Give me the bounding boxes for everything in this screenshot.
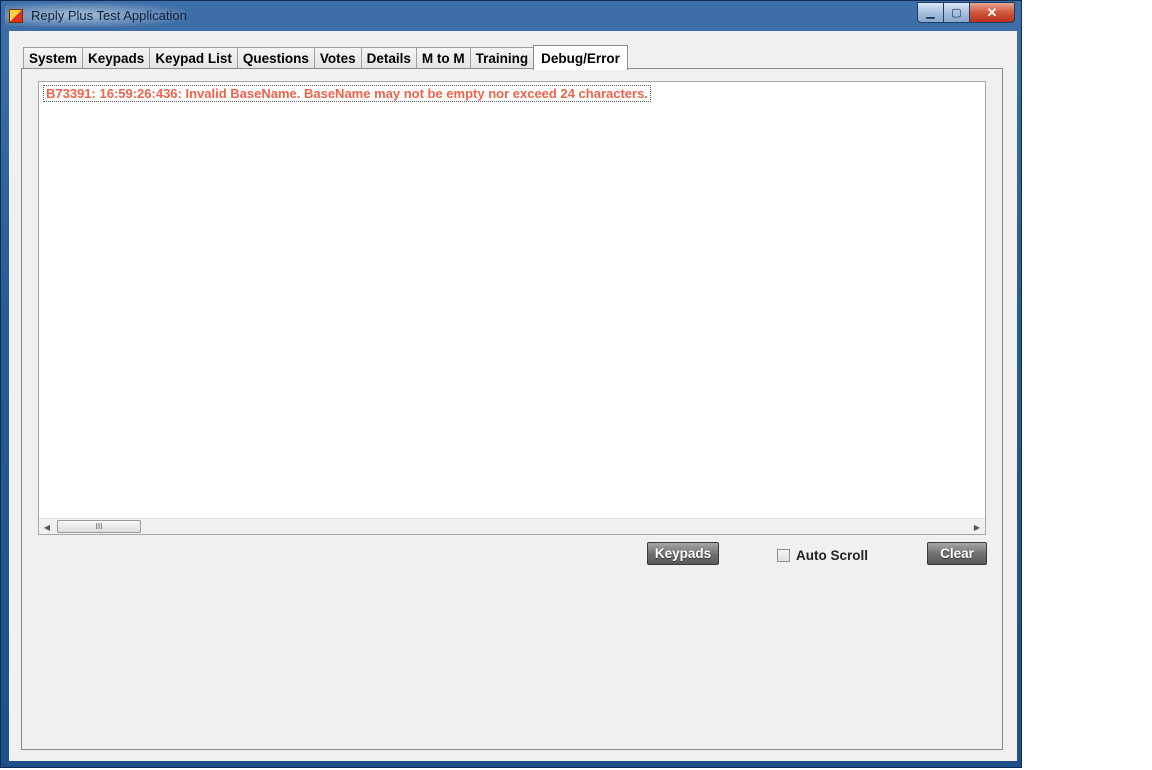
- tab-m-to-m[interactable]: M to M: [415, 47, 471, 69]
- scroll-right-icon[interactable]: ▶: [969, 520, 985, 534]
- clear-button[interactable]: Clear: [927, 542, 987, 565]
- tab-system[interactable]: System: [23, 47, 84, 69]
- tab-training[interactable]: Training: [469, 47, 535, 69]
- auto-scroll-checkbox[interactable]: [777, 549, 790, 562]
- maximize-icon: ▢: [951, 7, 962, 19]
- horizontal-scrollbar[interactable]: ◀ III ▶: [39, 518, 985, 534]
- client-area: System Keypads Keypad List Questions Vot…: [9, 31, 1017, 761]
- keypads-button[interactable]: Keypads: [647, 542, 719, 565]
- title-bar[interactable]: Reply Plus Test Application ▁ ▢ ✕: [1, 1, 1021, 31]
- tab-debug-error[interactable]: Debug/Error: [533, 45, 628, 70]
- auto-scroll-option[interactable]: Auto Scroll: [777, 548, 868, 563]
- tab-strip: System Keypads Keypad List Questions Vot…: [23, 43, 628, 70]
- tab-keypads[interactable]: Keypads: [82, 47, 151, 69]
- scroll-left-icon[interactable]: ◀: [39, 520, 55, 534]
- maximize-button[interactable]: ▢: [944, 3, 970, 22]
- app-icon[interactable]: [9, 9, 23, 23]
- close-icon: ✕: [986, 4, 998, 20]
- debug-log-list[interactable]: B73391: 16:59:26:436: Invalid BaseName. …: [38, 81, 986, 535]
- minimize-icon: ▁: [926, 7, 935, 19]
- scroll-thumb[interactable]: III: [57, 520, 141, 533]
- auto-scroll-label: Auto Scroll: [796, 548, 869, 563]
- grip-icon: III: [95, 522, 103, 531]
- window-title: Reply Plus Test Application: [31, 8, 187, 23]
- main-window: Reply Plus Test Application ▁ ▢ ✕ System…: [0, 0, 1022, 768]
- minimize-button[interactable]: ▁: [918, 3, 944, 22]
- tab-keypad-list[interactable]: Keypad List: [149, 47, 238, 69]
- log-entry[interactable]: B73391: 16:59:26:436: Invalid BaseName. …: [43, 85, 651, 102]
- tab-details[interactable]: Details: [360, 47, 417, 69]
- tab-votes[interactable]: Votes: [313, 47, 362, 69]
- close-button[interactable]: ✕: [970, 3, 1014, 22]
- window-controls: ▁ ▢ ✕: [917, 2, 1015, 23]
- tab-questions[interactable]: Questions: [236, 47, 315, 69]
- debug-error-panel: B73391: 16:59:26:436: Invalid BaseName. …: [21, 68, 1003, 750]
